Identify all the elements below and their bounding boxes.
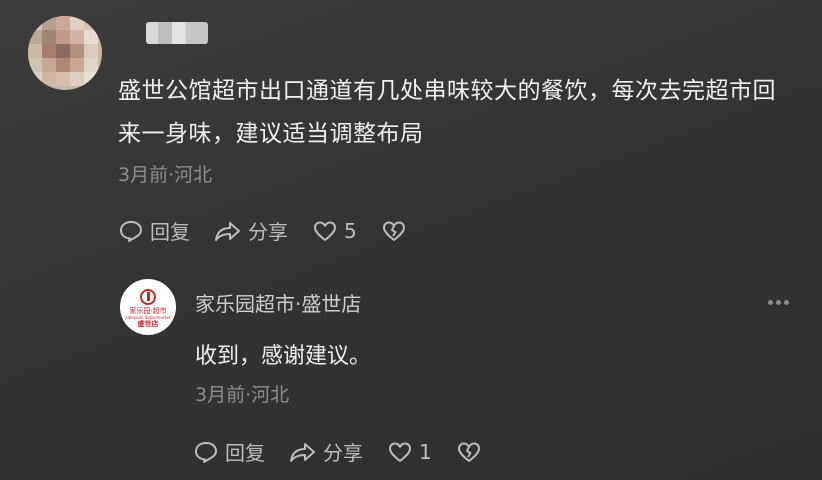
share-icon xyxy=(215,221,240,241)
avatar-pixel xyxy=(56,72,70,86)
avatar-pixel xyxy=(28,44,42,58)
comment-text: 盛世公馆超市出口通道有几处串味较大的餐饮，每次去完超市回来一身味，建议适当调整布… xyxy=(118,78,776,147)
store-logo-text: 家乐园·超市 xyxy=(129,306,167,315)
share-button[interactable]: 分享 xyxy=(214,216,288,245)
store-logo-branch: 盛世店 xyxy=(137,319,159,328)
avatar-pixel xyxy=(84,44,98,58)
avatar-pixel xyxy=(42,16,56,30)
avatar-pixel xyxy=(28,72,42,86)
share-icon xyxy=(290,442,315,462)
avatar-pixel xyxy=(84,16,98,30)
avatar-pixel xyxy=(42,58,56,72)
broken-heart-icon xyxy=(457,442,480,462)
reply-button[interactable]: 回复 xyxy=(118,216,190,245)
heart-icon xyxy=(389,442,411,462)
reply-icon xyxy=(195,441,217,463)
reply-author-name[interactable]: 家乐园超市·盛世店 xyxy=(195,288,361,317)
reply-text: 收到，感谢建议。 xyxy=(195,344,372,369)
dislike-button[interactable] xyxy=(456,440,488,464)
like-count: 1 xyxy=(419,439,432,464)
avatar-pixel xyxy=(56,58,70,72)
share-label: 分享 xyxy=(248,220,288,244)
avatar-pixel xyxy=(70,58,84,72)
reply-button[interactable]: 回复 xyxy=(193,437,265,466)
avatar-pixel xyxy=(56,16,70,30)
avatar-pixel xyxy=(28,16,42,30)
reply-meta: 3月前·河北 xyxy=(195,384,290,406)
avatar-pixel xyxy=(56,30,70,44)
avatar-pixel xyxy=(84,72,98,86)
reply-actions: 回复 分享 1 xyxy=(193,437,512,466)
share-button[interactable]: 分享 xyxy=(289,437,363,466)
avatar-pixel xyxy=(70,16,84,30)
avatar-pixel xyxy=(70,44,84,58)
avatar-pixel xyxy=(70,30,84,44)
reply-icon xyxy=(120,220,142,242)
dislike-button[interactable] xyxy=(381,219,413,243)
heart-icon xyxy=(314,221,336,241)
avatar-pixel xyxy=(42,44,56,58)
avatar-pixel xyxy=(42,30,56,44)
avatar-pixel xyxy=(70,72,84,86)
comment-meta: 3月前·河北 xyxy=(118,164,213,186)
like-count: 5 xyxy=(344,218,357,243)
avatar-pixel xyxy=(42,72,56,86)
avatar-pixel xyxy=(28,30,42,44)
store-logo-icon xyxy=(140,288,156,305)
more-options-icon[interactable] xyxy=(768,300,792,305)
avatar-pixel xyxy=(56,44,70,58)
avatar-pixel xyxy=(28,58,42,72)
store-avatar[interactable]: 家乐园·超市 Jialeyuan Supermarket 盛世店 xyxy=(120,279,176,335)
username-redacted[interactable] xyxy=(146,22,208,44)
broken-heart-icon xyxy=(382,221,405,241)
avatar-pixel xyxy=(84,30,98,44)
share-label: 分享 xyxy=(323,441,363,465)
commenter-avatar[interactable] xyxy=(28,16,102,90)
comment-actions: 回复 分享 5 xyxy=(118,216,437,245)
reply-label: 回复 xyxy=(225,441,265,465)
like-button[interactable]: 1 xyxy=(387,440,432,464)
avatar-pixel xyxy=(84,58,98,72)
like-button[interactable]: 5 xyxy=(312,219,357,243)
reply-label: 回复 xyxy=(150,220,190,244)
